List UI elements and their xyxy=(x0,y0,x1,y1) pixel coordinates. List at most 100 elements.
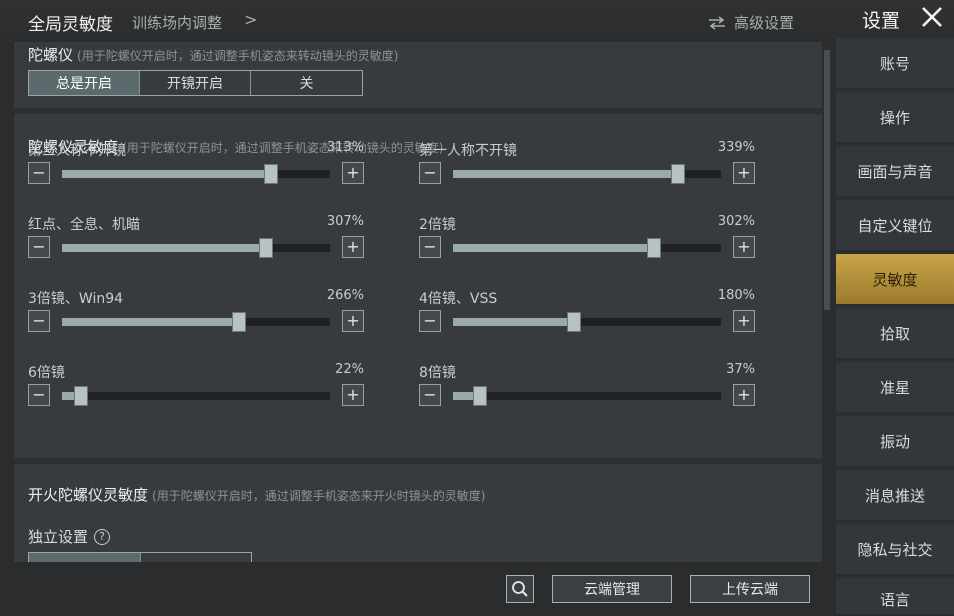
close-icon[interactable] xyxy=(920,5,944,29)
gyro-note: (用于陀螺仪开启时，通过调整手机姿态来转动镜头的灵敏度) xyxy=(77,49,399,63)
sidebar-item-account[interactable]: 账号 xyxy=(836,38,954,90)
help-icon[interactable]: ? xyxy=(94,528,111,545)
slider-track[interactable] xyxy=(62,386,330,406)
sensitivity-slider[interactable]: 2倍镜 302% − + xyxy=(419,214,755,274)
slider-value: 313% xyxy=(326,140,364,155)
decrease-button[interactable]: − xyxy=(28,162,50,184)
sidebar-item-notifications[interactable]: 消息推送 xyxy=(836,470,954,522)
sensitivity-panel[interactable]: 陀螺仪 (用于陀螺仪开启时，通过调整手机姿态来转动镜头的灵敏度) 总是开启 开镜开… xyxy=(14,42,822,562)
sensitivity-slider[interactable]: 红点、全息、机瞄 307% − + xyxy=(28,214,364,274)
sensitivity-slider[interactable]: 3倍镜、Win94 266% − + xyxy=(28,288,364,348)
upload-cloud-button[interactable]: 上传云端 xyxy=(690,575,810,603)
swap-arrows-icon xyxy=(709,15,725,30)
slider-value: 302% xyxy=(717,214,755,229)
sensitivity-slider[interactable]: 4倍镜、VSS 180% − + xyxy=(419,288,755,348)
sensitivity-slider[interactable]: 第三人称不开镜 313% − + xyxy=(28,140,364,200)
sidebar-item-pickup[interactable]: 拾取 xyxy=(836,308,954,360)
increase-button[interactable]: + xyxy=(733,236,755,258)
decrease-button[interactable]: − xyxy=(419,236,441,258)
page-title[interactable]: 全局灵敏度 xyxy=(28,10,113,35)
gyro-section: 陀螺仪 (用于陀螺仪开启时，通过调整手机姿态来转动镜头的灵敏度) 总是开启 开镜开… xyxy=(14,42,822,108)
slider-label: 4倍镜、VSS xyxy=(419,291,498,307)
slider-handle[interactable] xyxy=(472,386,487,406)
sidebar-item-custom-keys[interactable]: 自定义键位 xyxy=(836,200,954,252)
slider-label: 6倍镜 xyxy=(28,365,65,381)
independent-off-option[interactable] xyxy=(141,553,251,562)
slider-track[interactable] xyxy=(62,238,330,258)
slider-fill xyxy=(62,244,266,252)
sensitivity-slider[interactable]: 6倍镜 22% − + xyxy=(28,362,364,422)
slider-handle[interactable] xyxy=(671,164,686,184)
slider-label: 第一人称不开镜 xyxy=(419,143,517,159)
search-button[interactable] xyxy=(506,575,534,603)
slider-track[interactable] xyxy=(453,164,721,184)
slider-fill xyxy=(453,170,679,178)
slider-value: 266% xyxy=(326,288,364,303)
slider-handle[interactable] xyxy=(231,312,246,332)
slider-handle[interactable] xyxy=(264,164,279,184)
decrease-button[interactable]: − xyxy=(28,236,50,258)
slider-track[interactable] xyxy=(62,164,330,184)
gyro-title: 陀螺仪 xyxy=(28,46,74,64)
slider-track[interactable] xyxy=(453,238,721,258)
independent-on-option[interactable] xyxy=(29,553,141,562)
sidebar-item-sensitivity[interactable]: 灵敏度 xyxy=(836,254,954,306)
fire-gyro-heading: 开火陀螺仪灵敏度 (用于陀螺仪开启时，通过调整手机姿态来开火时镜头的灵敏度) xyxy=(28,484,485,505)
sidebar-item-controls[interactable]: 操作 xyxy=(836,92,954,144)
increase-button[interactable]: + xyxy=(342,162,364,184)
sensitivity-slider[interactable]: 第一人称不开镜 339% − + xyxy=(419,140,755,200)
decrease-button[interactable]: − xyxy=(28,384,50,406)
decrease-button[interactable]: − xyxy=(419,384,441,406)
slider-handle[interactable] xyxy=(258,238,273,258)
slider-handle[interactable] xyxy=(566,312,581,332)
sidebar-item-graphics-audio[interactable]: 画面与声音 xyxy=(836,146,954,198)
settings-title: 设置 xyxy=(862,10,901,32)
fire-gyro-note: (用于陀螺仪开启时，通过调整手机姿态来开火时镜头的灵敏度) xyxy=(152,489,486,503)
increase-button[interactable]: + xyxy=(733,310,755,332)
increase-button[interactable]: + xyxy=(733,384,755,406)
slider-handle[interactable] xyxy=(73,386,88,406)
advanced-settings-button[interactable]: 高级设置 xyxy=(708,12,794,33)
gyro-option-scope[interactable]: 开镜开启 xyxy=(140,71,251,95)
scrollbar-thumb[interactable] xyxy=(824,50,830,310)
training-adjust-link[interactable]: 训练场内调整 xyxy=(132,12,222,33)
slider-handle[interactable] xyxy=(647,238,661,258)
slider-fill xyxy=(453,318,574,326)
slider-track[interactable] xyxy=(453,386,721,406)
slider-value: 339% xyxy=(717,140,755,155)
fire-gyro-title: 开火陀螺仪灵敏度 xyxy=(28,486,149,504)
increase-button[interactable]: + xyxy=(342,236,364,258)
increase-button[interactable]: + xyxy=(733,162,755,184)
cloud-manage-button[interactable]: 云端管理 xyxy=(552,575,672,603)
slider-value: 180% xyxy=(717,288,755,303)
slider-track[interactable] xyxy=(62,312,330,332)
chevron-right-icon[interactable]: > xyxy=(244,10,257,29)
increase-button[interactable]: + xyxy=(342,310,364,332)
decrease-button[interactable]: − xyxy=(419,162,441,184)
sidebar-item-crosshair[interactable]: 准星 xyxy=(836,362,954,414)
independent-setting-row: 独立设置 ? xyxy=(28,526,111,547)
independent-toggle xyxy=(28,552,252,562)
slider-value: 37% xyxy=(726,362,755,377)
slider-label: 2倍镜 xyxy=(419,217,456,233)
slider-value: 22% xyxy=(335,362,364,377)
gyro-heading: 陀螺仪 (用于陀螺仪开启时，通过调整手机姿态来转动镜头的灵敏度) xyxy=(28,44,398,65)
slider-label: 第三人称不开镜 xyxy=(28,143,126,159)
gyro-option-always[interactable]: 总是开启 xyxy=(29,71,140,95)
slider-fill xyxy=(453,244,654,252)
slider-label: 8倍镜 xyxy=(419,365,456,381)
slider-track[interactable] xyxy=(453,312,721,332)
sensitivity-slider[interactable]: 8倍镜 37% − + xyxy=(419,362,755,422)
sidebar-item-language[interactable]: 语言 xyxy=(836,578,954,616)
decrease-button[interactable]: − xyxy=(419,310,441,332)
search-icon xyxy=(512,581,528,597)
slider-fill xyxy=(62,170,272,178)
gyro-option-off[interactable]: 关 xyxy=(251,71,362,95)
decrease-button[interactable]: − xyxy=(28,310,50,332)
slider-fill xyxy=(62,318,239,326)
scrollbar[interactable] xyxy=(822,42,832,562)
sidebar-item-vibration[interactable]: 振动 xyxy=(836,416,954,468)
increase-button[interactable]: + xyxy=(342,384,364,406)
top-bar: 全局灵敏度 训练场内调整 > 高级设置 设置 xyxy=(0,0,954,42)
sidebar-item-privacy-social[interactable]: 隐私与社交 xyxy=(836,524,954,576)
